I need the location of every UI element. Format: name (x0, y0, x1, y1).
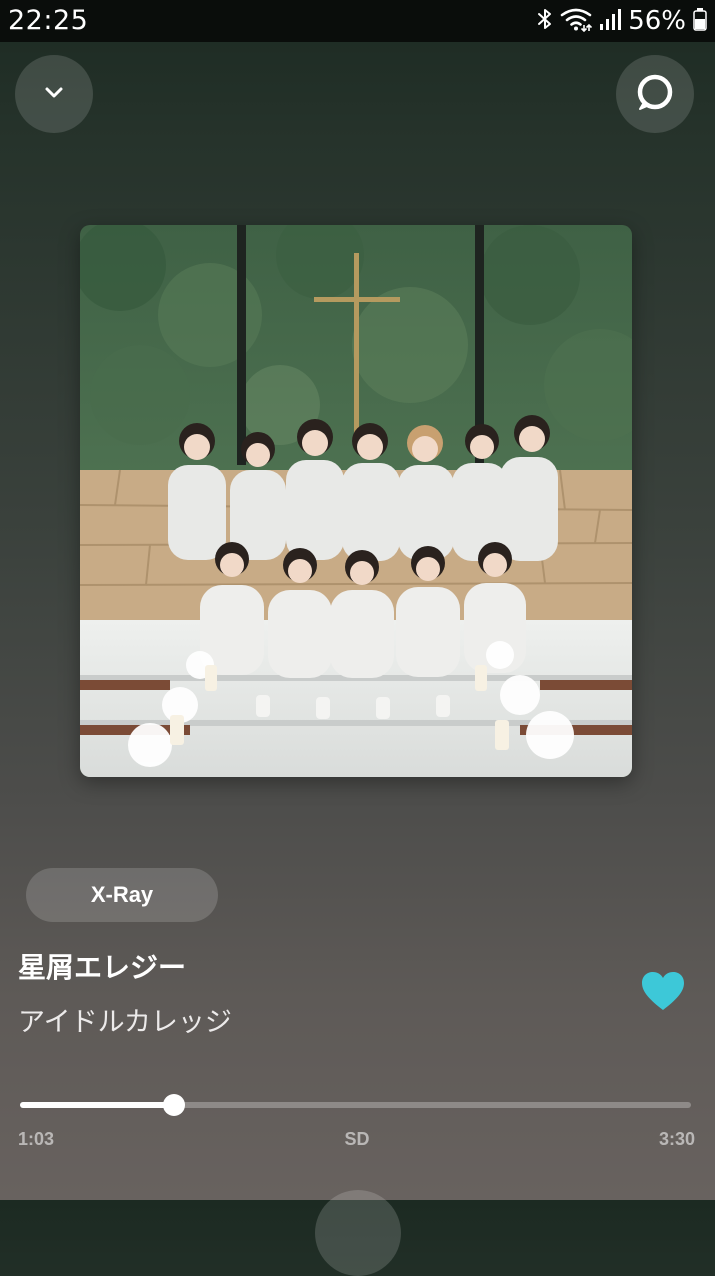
status-bar: 22:25 56% (0, 0, 715, 42)
track-artist[interactable]: アイドルカレッジ (18, 1003, 232, 1043)
progress-thumb[interactable] (163, 1094, 186, 1116)
status-icons: 56% (537, 5, 707, 37)
heart-icon (640, 972, 686, 1016)
total-time: 3:30 (658, 1129, 695, 1149)
wifi-icon (560, 6, 593, 36)
quality-badge[interactable]: SD (340, 1128, 374, 1150)
track-title: 星屑エレジー (18, 951, 187, 984)
alexa-ring-icon (635, 72, 675, 116)
elapsed-time: 1:03 (18, 1129, 55, 1149)
battery-icon (693, 7, 707, 35)
xray-button[interactable]: X-Ray (26, 868, 218, 922)
status-time: 22:25 (8, 5, 89, 36)
bluetooth-icon (537, 7, 553, 35)
album-cover-image (80, 225, 632, 777)
progress-bar[interactable] (20, 1094, 691, 1116)
chevron-down-icon (42, 80, 66, 108)
alexa-button[interactable] (616, 55, 694, 133)
battery-percent: 56% (628, 6, 686, 36)
like-button[interactable] (640, 970, 686, 1012)
signal-icon (599, 7, 622, 35)
play-pause-button[interactable] (315, 1190, 401, 1276)
progress-fill (20, 1102, 175, 1108)
collapse-player-button[interactable] (15, 55, 93, 133)
